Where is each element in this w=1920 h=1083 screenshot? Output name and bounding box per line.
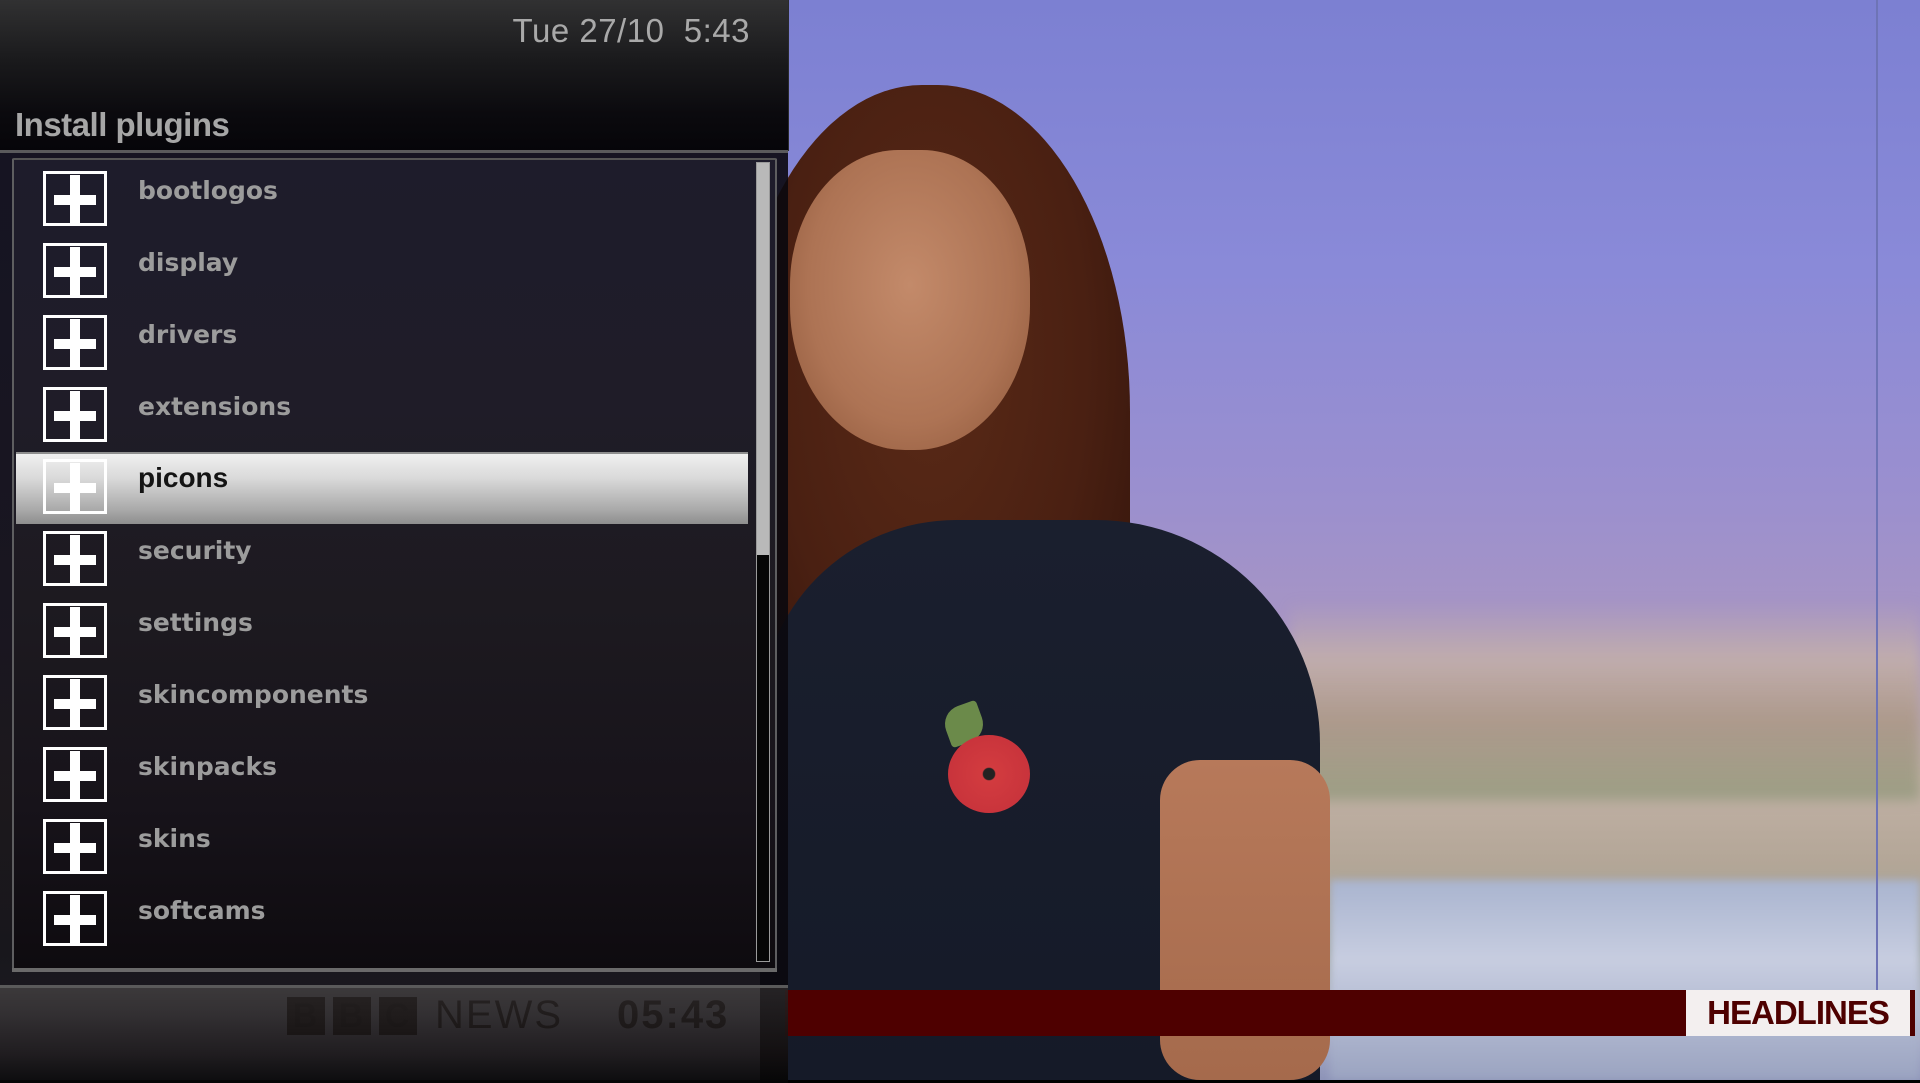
list-scrollbar[interactable] <box>756 162 770 962</box>
poppy-pin <box>948 735 1030 813</box>
list-item-label: skins <box>138 824 211 853</box>
headlines-ticker: HEADLINES <box>785 990 1915 1036</box>
list-item[interactable]: skincomponents <box>16 670 748 740</box>
panel-footer <box>0 985 788 1083</box>
list-item[interactable]: drivers <box>16 310 748 380</box>
list-item-label: extensions <box>138 392 292 421</box>
list-item-label: bootlogos <box>138 176 278 205</box>
list-item-label: softcams <box>138 896 266 925</box>
plus-box-icon <box>43 171 107 226</box>
plus-box-icon <box>43 891 107 946</box>
list-item[interactable]: extensions <box>16 382 748 452</box>
list-item[interactable]: skins <box>16 814 748 884</box>
ticker-label: HEADLINES <box>1686 990 1915 1036</box>
plugin-category-list[interactable]: bootlogos display drivers extensions picons s… <box>12 158 777 970</box>
river-backdrop <box>1330 880 1920 1080</box>
list-item[interactable]: skinpacks <box>16 742 748 812</box>
plus-box-icon <box>43 747 107 802</box>
panel-header: Tue 27/10 5:43 Install plugins <box>0 0 789 151</box>
plus-box-icon <box>43 459 107 514</box>
scrollbar-thumb[interactable] <box>757 163 769 555</box>
page-title: Install plugins <box>15 106 230 143</box>
list-item[interactable]: softcams <box>16 886 748 956</box>
ticker-bar <box>785 990 1686 1036</box>
list-item-label: drivers <box>138 320 238 349</box>
plus-box-icon <box>43 243 107 298</box>
install-plugins-panel: Tue 27/10 5:43 Install plugins bootlogos… <box>0 0 789 1083</box>
list-item[interactable]: picons <box>16 452 748 524</box>
list-item-label: settings <box>138 608 253 637</box>
list-item[interactable]: security <box>16 526 748 596</box>
list-bottom-border <box>12 968 777 972</box>
datetime-display: Tue 27/10 5:43 <box>512 12 750 49</box>
plus-box-icon <box>43 819 107 874</box>
studio-screen-edge <box>1876 0 1878 1000</box>
list-item[interactable]: settings <box>16 598 748 668</box>
list-item[interactable]: bootlogos <box>16 166 748 236</box>
list-item-label: skincomponents <box>138 680 369 709</box>
list-item-label: display <box>138 248 239 277</box>
list-item-label: picons <box>138 462 229 493</box>
plus-box-icon <box>43 675 107 730</box>
plus-box-icon <box>43 315 107 370</box>
list-item-label: skinpacks <box>138 752 277 781</box>
city-skyline-backdrop <box>1290 600 1920 800</box>
plus-box-icon <box>43 531 107 586</box>
list-item-label: security <box>138 536 252 565</box>
plus-box-icon <box>43 387 107 442</box>
list-item[interactable]: display <box>16 238 748 308</box>
plus-box-icon <box>43 603 107 658</box>
presenter-face <box>790 150 1030 450</box>
